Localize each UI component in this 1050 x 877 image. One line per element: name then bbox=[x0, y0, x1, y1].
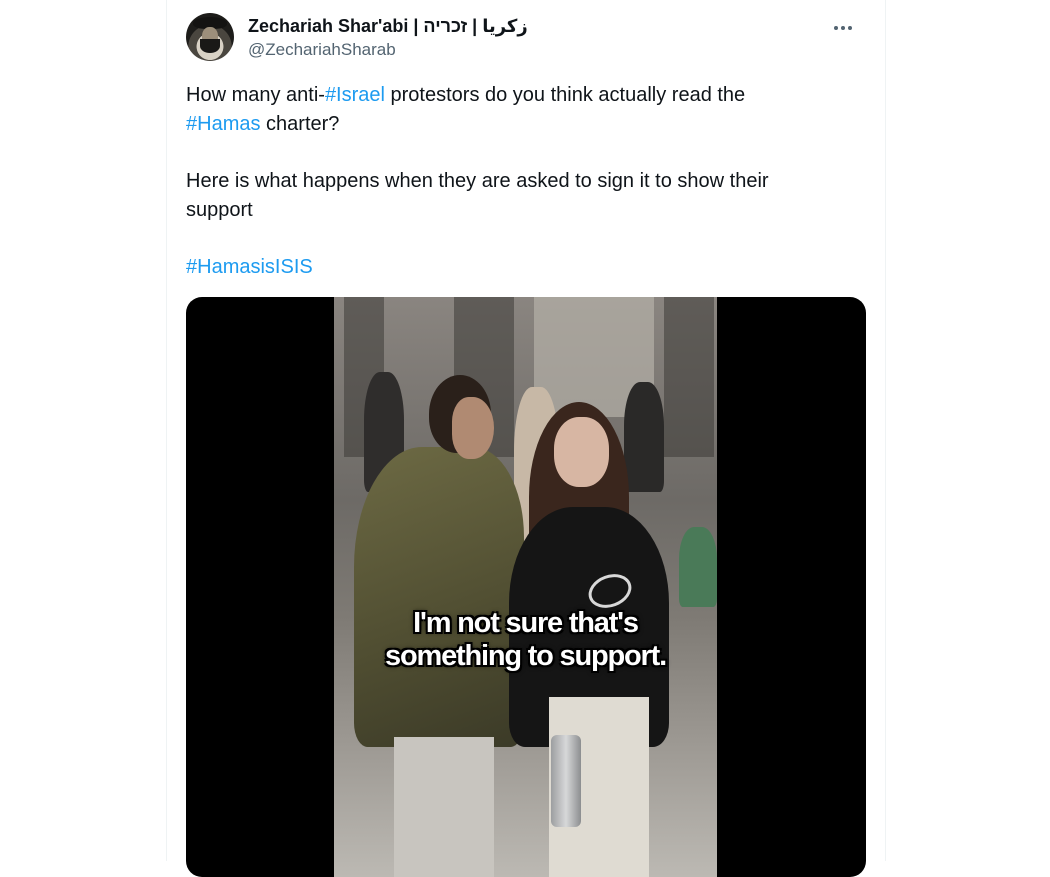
background-pillar bbox=[664, 297, 714, 457]
text-segment: charter? bbox=[260, 113, 340, 135]
author-handle[interactable]: @ZechariahSharab bbox=[248, 39, 528, 61]
man-pants bbox=[394, 737, 494, 877]
video-player[interactable]: I'm not sure that's something to support… bbox=[186, 297, 866, 877]
hashtag-israel-link[interactable]: #Israel bbox=[325, 84, 385, 106]
tweet-header: Zechariah Shar'abi | زكريا | זכריה @Zech… bbox=[186, 13, 866, 65]
text-segment: protestors do you think actually read th… bbox=[384, 84, 746, 106]
hashtag-hamas-link[interactable]: #Hamas bbox=[186, 113, 260, 135]
video-caption-line-2: something to support. bbox=[385, 640, 667, 672]
avatar[interactable] bbox=[186, 13, 234, 61]
water-bottle bbox=[551, 735, 581, 827]
man-face bbox=[452, 397, 494, 459]
video-frame[interactable]: I'm not sure that's something to support… bbox=[334, 297, 717, 877]
text-segment: How many anti- bbox=[186, 84, 325, 106]
hashtag-hamasisisis-link[interactable]: #HamasisISIS bbox=[186, 256, 313, 278]
tweet-paragraph-2: Here is what happens when they are asked… bbox=[186, 170, 769, 221]
background-person bbox=[624, 382, 664, 492]
tweet-text: How many anti-#Israel protestors do you … bbox=[186, 81, 866, 282]
author-names: Zechariah Shar'abi | زكريا | זכריה @Zech… bbox=[248, 15, 528, 61]
more-horizontal-icon bbox=[848, 26, 852, 30]
more-options-button[interactable] bbox=[828, 15, 858, 41]
avatar-beard bbox=[200, 39, 220, 53]
tweet-paragraph-1: How many anti-#Israel protestors do you … bbox=[186, 81, 866, 139]
woman-face bbox=[554, 417, 609, 487]
background-person bbox=[679, 527, 717, 607]
timeline-column: Zechariah Shar'abi | زكريا | זכריה @Zech… bbox=[166, 0, 886, 877]
man-jacket bbox=[354, 447, 524, 747]
video-caption-line-1: I'm not sure that's bbox=[413, 607, 639, 639]
author-display-name[interactable]: Zechariah Shar'abi | زكريا | זכריה bbox=[248, 15, 528, 37]
more-horizontal-icon bbox=[834, 26, 838, 30]
tweet-paragraph-3: #HamasisISIS bbox=[186, 253, 866, 282]
more-horizontal-icon bbox=[841, 26, 845, 30]
